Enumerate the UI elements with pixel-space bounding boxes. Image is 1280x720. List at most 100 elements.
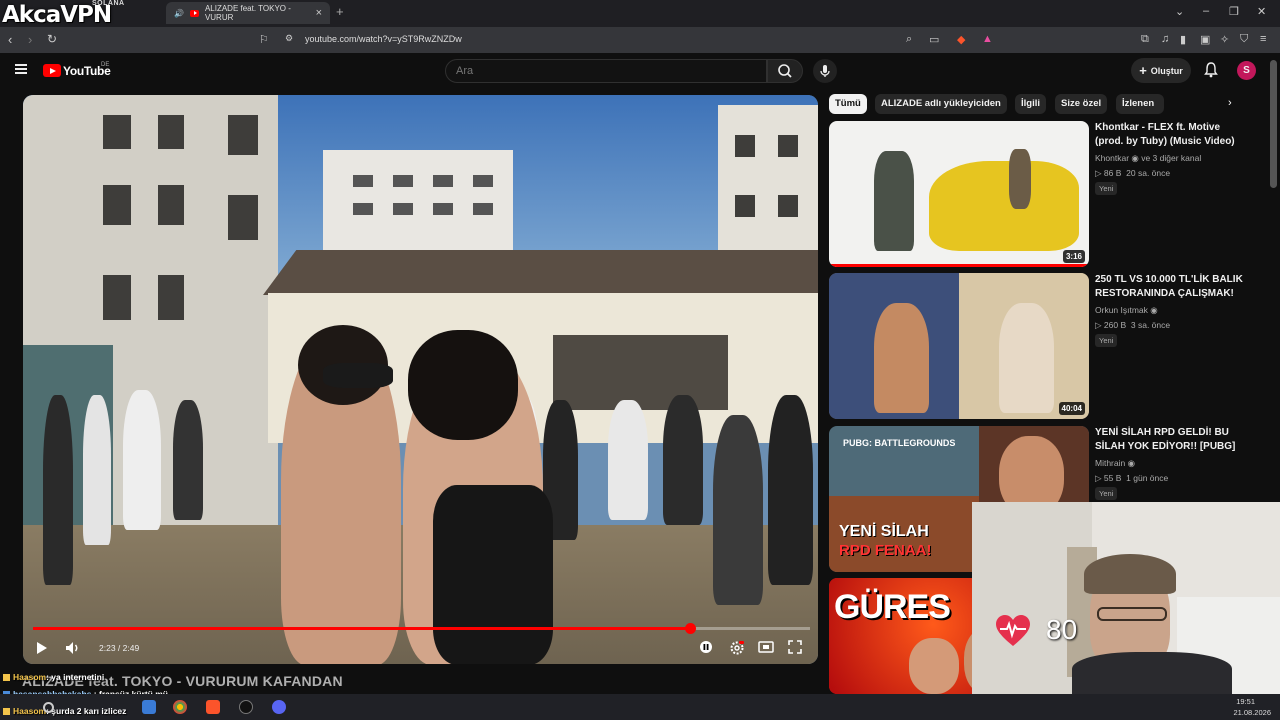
settings-button[interactable]: [729, 640, 745, 659]
verified-icon: ◉: [1127, 458, 1136, 468]
video-title[interactable]: 250 TL VS 10.000 TL'LİK BALIK RESTORANIN…: [1095, 273, 1250, 301]
upload-age: 20 sa. önce: [1126, 168, 1171, 178]
address-bar-row: ‹ › ↻ ⚐ ⚙ youtube.com/watch?v=yST9RwZNZD…: [0, 27, 1280, 53]
youtube-logo-icon[interactable]: [43, 64, 61, 77]
taskbar-date: 21.08.2026: [1233, 708, 1271, 717]
theater-icon: [758, 641, 774, 653]
recommendation-item[interactable]: 3:16 Khontkar - FLEX ft. Motive (prod. b…: [829, 121, 1249, 267]
video-thumbnail[interactable]: 3:16: [829, 121, 1089, 267]
theater-mode-button[interactable]: [758, 640, 774, 657]
search-input[interactable]: [445, 59, 767, 83]
create-button[interactable]: + Oluştur: [1131, 58, 1191, 83]
search-icon: [778, 64, 792, 78]
country-code: DE: [101, 62, 110, 68]
related-chips-bar: Tümü ALIZADE adlı yükleyiciden İlgili Si…: [829, 94, 1249, 114]
views-icon: ▷: [1095, 168, 1102, 178]
youtube-favicon-icon: [189, 9, 199, 17]
channel-label: Khontkar: [1095, 153, 1130, 163]
sidebar-icon[interactable]: ▮: [1180, 33, 1186, 46]
back-icon[interactable]: ‹: [8, 32, 12, 47]
video-title[interactable]: Khontkar - FLEX ft. Motive (prod. by Tub…: [1095, 121, 1250, 149]
notifications-bell-icon[interactable]: [1204, 62, 1218, 81]
youtube-header: YouTube DE + Oluştur S: [0, 53, 1280, 89]
url-field[interactable]: youtube.com/watch?v=yST9RwZNZDw: [305, 34, 462, 44]
reload-icon[interactable]: ↻: [47, 32, 57, 46]
search-icon[interactable]: [43, 702, 54, 713]
fullscreen-icon: [788, 640, 802, 654]
video-player[interactable]: 2:23 / 2:49: [23, 95, 818, 664]
chip-all[interactable]: Tümü: [829, 94, 867, 114]
close-window-button[interactable]: ✕: [1257, 5, 1266, 18]
plus-icon: +: [1139, 63, 1147, 78]
chrome-icon[interactable]: [173, 700, 187, 714]
cast-icon[interactable]: ▭: [929, 33, 939, 46]
create-label: Oluştur: [1150, 65, 1183, 76]
vpn-icon[interactable]: ⛉: [1240, 33, 1248, 46]
bookmark-icon[interactable]: ⚐: [259, 33, 269, 46]
views-icon: ▷: [1095, 473, 1102, 483]
autoplay-toggle[interactable]: [699, 640, 713, 657]
channel-label: Orkun Işıtmak: [1095, 305, 1148, 315]
channel-name[interactable]: Orkun Işıtmak ◉: [1095, 305, 1158, 316]
forward-icon[interactable]: ›: [28, 32, 32, 47]
site-info-icon[interactable]: ⚙: [285, 33, 293, 44]
heart-rate-icon: [996, 615, 1030, 646]
new-badge: Yeni: [1095, 487, 1118, 500]
pause-toggle-icon: [700, 641, 712, 653]
search-button[interactable]: [767, 59, 803, 83]
avatar[interactable]: S: [1237, 61, 1256, 80]
play-icon: [37, 642, 47, 654]
chip-for-you[interactable]: Size özel: [1055, 94, 1108, 114]
wallet-icon[interactable]: ▣: [1200, 33, 1210, 46]
progress-bar-played: [33, 627, 691, 630]
player-controls: 2:23 / 2:49: [23, 635, 818, 664]
obs-icon[interactable]: [239, 700, 253, 714]
menu-icon[interactable]: ≡: [1260, 33, 1266, 45]
volume-button[interactable]: [65, 640, 81, 659]
browser-tab[interactable]: 🔊 ALIZADE feat. TOKYO - VURUR ×: [166, 2, 330, 24]
views-count: 55 B: [1103, 473, 1122, 483]
taskbar-time: 19:51: [1236, 697, 1255, 706]
channel-name[interactable]: Khontkar ◉ ve 3 diğer kanal: [1095, 153, 1201, 164]
discord-icon[interactable]: [272, 700, 286, 714]
voice-search-button[interactable]: [813, 59, 837, 83]
recommendation-item[interactable]: 40:04 250 TL VS 10.000 TL'LİK BALIK REST…: [829, 273, 1249, 419]
chevron-right-icon[interactable]: ›: [1228, 97, 1232, 109]
brave-shield-icon[interactable]: ◆: [957, 33, 965, 46]
duration-badge: 40:04: [1058, 402, 1085, 415]
thumbnail-brand-text: PUBG: BATTLEGROUNDS: [843, 438, 956, 448]
play-button[interactable]: [35, 640, 49, 659]
browser-tab-bar: AkcaVPN SOLANA 🔊 ALIZADE feat. TOKYO - V…: [0, 0, 1280, 28]
video-meta: ▷ 260 B 3 sa. önce: [1095, 320, 1170, 331]
streamer-webcam: [972, 502, 1280, 694]
media-icon[interactable]: ♫: [1161, 33, 1169, 45]
maximize-button[interactable]: ❐: [1229, 5, 1239, 18]
leo-icon[interactable]: ✧: [1220, 33, 1229, 46]
explorer-icon[interactable]: [142, 700, 156, 714]
tab-close-icon[interactable]: ×: [316, 7, 322, 19]
channel-name[interactable]: Mithrain ◉: [1095, 458, 1135, 469]
speaker-icon[interactable]: 🔊: [174, 9, 184, 18]
guide-menu-icon[interactable]: [15, 64, 27, 74]
time-display: 2:23 / 2:49: [99, 643, 140, 653]
chip-watched[interactable]: İzlenen: [1116, 94, 1164, 114]
minimize-button[interactable]: –: [1203, 5, 1209, 17]
volume-icon: [66, 642, 78, 654]
chip-from-uploader[interactable]: ALIZADE adlı yükleyiciden: [875, 94, 1007, 114]
chat-user: Haasom: [13, 672, 47, 682]
new-tab-button[interactable]: +: [336, 4, 344, 19]
video-meta: ▷ 55 B 1 gün önce: [1095, 473, 1168, 484]
progress-bar[interactable]: [33, 623, 810, 634]
extensions-icon[interactable]: ⧉: [1141, 33, 1149, 46]
brave-icon[interactable]: [206, 700, 220, 714]
brave-rewards-icon[interactable]: ▲: [982, 33, 993, 45]
thumbnail-text-line1: YENİ SİLAH: [839, 523, 929, 540]
tab-list-icon[interactable]: ⌄: [1175, 5, 1184, 18]
video-thumbnail[interactable]: 40:04: [829, 273, 1089, 419]
video-title[interactable]: YENİ SİLAH RPD GELDİ! BU SİLAH YOK EDİYO…: [1095, 426, 1250, 454]
fullscreen-button[interactable]: [788, 640, 802, 657]
page-scrollbar[interactable]: [1270, 60, 1277, 188]
chip-related[interactable]: İlgili: [1015, 94, 1046, 114]
chat-user: Haasom: [13, 706, 47, 716]
zoom-icon[interactable]: ⌕: [906, 33, 912, 46]
